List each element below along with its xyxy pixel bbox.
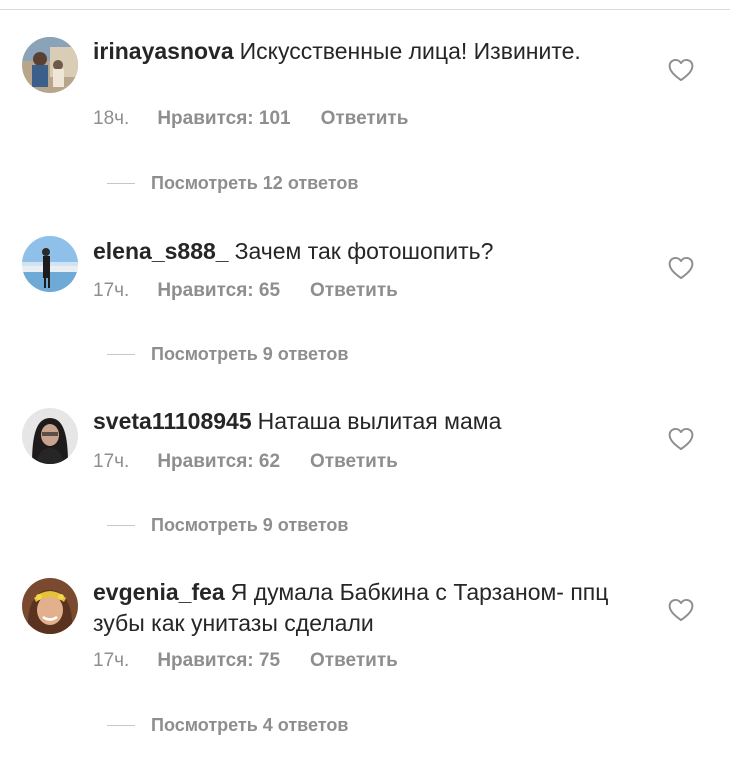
comment-meta: 18ч. Нравится: 101 Ответить — [93, 108, 408, 130]
comment-meta: 17ч. Нравится: 75 Ответить — [93, 650, 398, 672]
comment-likes[interactable]: Нравится: 65 — [157, 280, 280, 302]
comment-username[interactable]: sveta11108945 — [93, 408, 252, 434]
heart-outline-icon[interactable] — [668, 427, 694, 451]
view-replies-label: Посмотреть 12 ответов — [151, 173, 359, 193]
avatar[interactable] — [22, 37, 78, 93]
view-replies-button[interactable]: Посмотреть 4 ответов — [107, 715, 348, 736]
comment-likes[interactable]: Нравится: 75 — [157, 650, 280, 672]
view-replies-button[interactable]: Посмотреть 12 ответов — [107, 173, 358, 194]
comment-timestamp: 17ч. — [93, 650, 130, 671]
comment-body: evgenia_fea Я думала Бабкина с Тарзаном- … — [93, 577, 633, 639]
comment-username[interactable]: evgenia_fea — [93, 579, 225, 605]
comment-text: Зачем так фотошопить? — [234, 238, 494, 264]
heart-outline-icon[interactable] — [668, 598, 694, 622]
comment-likes[interactable]: Нравится: 101 — [157, 108, 290, 130]
comment-meta: 17ч. Нравится: 62 Ответить — [93, 451, 398, 473]
view-replies-button[interactable]: Посмотреть 9 ответов — [107, 515, 348, 536]
top-divider — [0, 9, 730, 10]
comment-body: irinayasnova Искусственные лица! Извините… — [93, 36, 633, 67]
replies-divider — [107, 725, 135, 726]
view-replies-label: Посмотреть 9 ответов — [151, 515, 349, 535]
view-replies-button[interactable]: Посмотреть 9 ответов — [107, 344, 348, 365]
avatar[interactable] — [22, 408, 78, 464]
view-replies-label: Посмотреть 9 ответов — [151, 344, 349, 364]
comment-timestamp: 17ч. — [93, 451, 130, 472]
replies-divider — [107, 183, 135, 184]
view-replies-label: Посмотреть 4 ответов — [151, 715, 349, 735]
avatar[interactable] — [22, 236, 78, 292]
comment-timestamp: 18ч. — [93, 108, 130, 129]
replies-divider — [107, 525, 135, 526]
comment-text: Искусственные лица! Извините. — [239, 38, 581, 64]
replies-divider — [107, 354, 135, 355]
comment-body: sveta11108945 Наташа вылитая мама — [93, 406, 633, 437]
comment-username[interactable]: irinayasnova — [93, 38, 234, 64]
comment-text: Наташа вылитая мама — [257, 408, 502, 434]
comment-timestamp: 17ч. — [93, 280, 130, 301]
comment-likes[interactable]: Нравится: 62 — [157, 451, 280, 473]
reply-button[interactable]: Ответить — [321, 108, 409, 130]
reply-button[interactable]: Ответить — [310, 280, 398, 302]
heart-outline-icon[interactable] — [668, 256, 694, 280]
avatar[interactable] — [22, 578, 78, 634]
comment-body: elena_s888_ Зачем так фотошопить? — [93, 236, 633, 267]
heart-outline-icon[interactable] — [668, 58, 694, 82]
comment-meta: 17ч. Нравится: 65 Ответить — [93, 280, 398, 302]
comment-username[interactable]: elena_s888_ — [93, 238, 229, 264]
reply-button[interactable]: Ответить — [310, 451, 398, 473]
reply-button[interactable]: Ответить — [310, 650, 398, 672]
